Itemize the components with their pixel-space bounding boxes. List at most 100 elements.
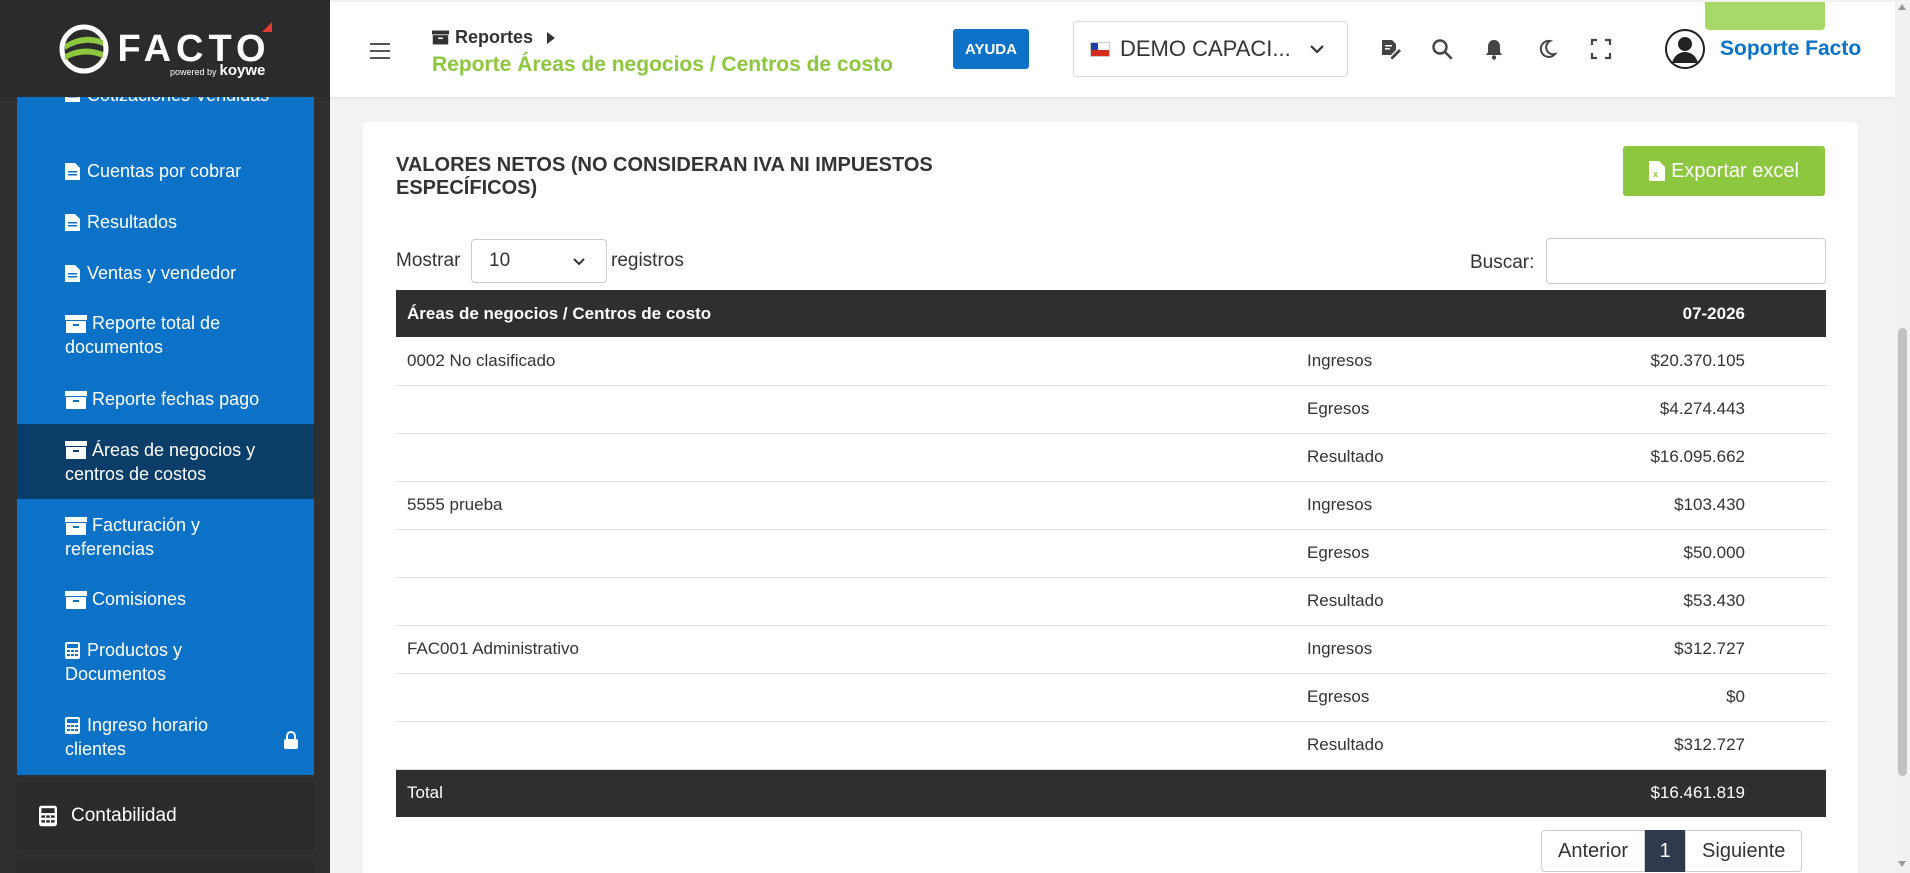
sidebar-item-areas-de-negocios[interactable]: Áreas de negocios y centros de costos bbox=[17, 424, 314, 499]
cell-area bbox=[396, 721, 1296, 770]
document-icon bbox=[65, 214, 80, 231]
company-selector[interactable]: DEMO CAPACI... bbox=[1073, 21, 1348, 77]
breadcrumb: Reportes bbox=[432, 27, 561, 48]
cell-amount: $50.000 bbox=[1556, 529, 1826, 578]
lock-icon bbox=[284, 731, 298, 749]
cell-area bbox=[396, 385, 1296, 434]
company-name: DEMO CAPACI... bbox=[1120, 36, 1291, 61]
chevron-down-icon bbox=[1310, 45, 1324, 54]
export-excel-button[interactable]: x Exportar excel bbox=[1623, 146, 1825, 196]
menu-icon[interactable] bbox=[370, 42, 390, 60]
sidebar-item-cotizaciones-vendidas[interactable]: Cotizaciones Vendidas bbox=[17, 97, 314, 141]
column-header-period[interactable]: 07-2026 bbox=[1556, 290, 1826, 337]
cell-amount: $312.727 bbox=[1556, 721, 1826, 770]
report-title: VALORES NETOS (NO CONSIDERAN IVA NI IMPU… bbox=[396, 154, 933, 199]
column-header-type[interactable] bbox=[1296, 290, 1556, 337]
document-icon bbox=[65, 97, 80, 102]
search-input[interactable] bbox=[1546, 238, 1826, 284]
sidebar-item-reporte-total-documentos[interactable]: Reporte total de documentos bbox=[17, 311, 314, 359]
fullscreen-icon[interactable] bbox=[1590, 38, 1612, 60]
user-name[interactable]: Soporte Facto bbox=[1720, 37, 1861, 61]
length-prefix: Mostrar bbox=[396, 250, 461, 271]
total-value: $16.461.819 bbox=[1556, 769, 1826, 817]
sidebar-item-resultados[interactable]: Resultados bbox=[17, 210, 314, 234]
cell-type: Resultado bbox=[1296, 721, 1556, 770]
cell-amount: $312.727 bbox=[1556, 625, 1826, 674]
cell-amount: $0 bbox=[1556, 673, 1826, 722]
scroll-thumb[interactable] bbox=[1898, 328, 1907, 776]
facto-swoosh-icon bbox=[59, 24, 109, 73]
page-scrollbar[interactable] bbox=[1895, 0, 1910, 873]
sidebar-item-comisiones[interactable]: Comisiones bbox=[17, 587, 314, 611]
archive-icon bbox=[65, 315, 87, 333]
user-icon bbox=[1665, 29, 1705, 69]
total-label: Total bbox=[396, 769, 1296, 817]
user-avatar[interactable] bbox=[1665, 29, 1705, 69]
search-icon[interactable] bbox=[1431, 38, 1453, 60]
sidebar-item-ventas-y-vendedor[interactable]: Ventas y vendedor bbox=[17, 261, 314, 285]
table-row: Egresos $4.274.443 bbox=[396, 385, 1826, 434]
chile-flag-icon bbox=[1090, 41, 1110, 57]
sidebar-item-cuentas-por-cobrar[interactable]: Cuentas por cobrar bbox=[17, 159, 314, 183]
table-row: Resultado $16.095.662 bbox=[396, 433, 1826, 482]
calculator-icon bbox=[39, 805, 57, 827]
table-row: Egresos $0 bbox=[396, 673, 1826, 722]
top-header: Reportes Reporte Áreas de negocios / Cen… bbox=[330, 2, 1895, 97]
scroll-up-arrow-icon[interactable] bbox=[1898, 4, 1906, 10]
bell-icon[interactable] bbox=[1483, 38, 1505, 60]
report-card: VALORES NETOS (NO CONSIDERAN IVA NI IMPU… bbox=[363, 122, 1858, 873]
table-row: Resultado $312.727 bbox=[396, 721, 1826, 770]
reports-submenu: Cotizaciones Vendidas Cuentas por cobrar… bbox=[17, 97, 314, 775]
cell-amount: $4.274.443 bbox=[1556, 385, 1826, 434]
table-row: FAC001 Administrativo Ingresos $312.727 bbox=[396, 625, 1826, 674]
facto-logo[interactable]: FACTO powered by koywe bbox=[0, 0, 330, 97]
sidebar-item-productos-y-documentos[interactable]: Productos y Documentos bbox=[17, 638, 314, 686]
pagination-next-button[interactable]: Siguiente bbox=[1685, 830, 1803, 872]
archive-icon bbox=[65, 517, 87, 535]
sidebar-next-section[interactable] bbox=[17, 860, 314, 873]
cell-type: Resultado bbox=[1296, 577, 1556, 626]
length-suffix: registros bbox=[611, 250, 684, 271]
archive-icon bbox=[65, 441, 87, 459]
column-header-area[interactable]: Áreas de negocios / Centros de costo bbox=[396, 290, 1296, 337]
document-icon bbox=[65, 265, 80, 282]
calculator-icon bbox=[65, 717, 80, 734]
page-length-select[interactable]: 10 bbox=[471, 239, 607, 283]
sidebar-item-facturacion-y-referencias[interactable]: Facturación y referencias bbox=[17, 513, 314, 561]
pagination-previous-button[interactable]: Anterior bbox=[1541, 830, 1646, 872]
scroll-down-arrow-icon[interactable] bbox=[1898, 861, 1906, 867]
powered-by: powered by koywe bbox=[170, 62, 266, 79]
table-row: 0002 No clasificado Ingresos $20.370.105 bbox=[396, 337, 1826, 386]
sidebar-item-reporte-fechas-pago[interactable]: Reporte fechas pago bbox=[17, 387, 314, 411]
breadcrumb-reportes[interactable]: Reportes bbox=[455, 27, 533, 48]
green-button-stub[interactable] bbox=[1705, 2, 1825, 30]
cell-area bbox=[396, 529, 1296, 578]
table-total-row: Total $16.461.819 bbox=[396, 769, 1826, 817]
help-button[interactable]: AYUDA bbox=[953, 29, 1029, 69]
cell-amount: $103.430 bbox=[1556, 481, 1826, 530]
cell-type: Ingresos bbox=[1296, 625, 1556, 674]
chevron-down-icon bbox=[573, 258, 585, 266]
moon-icon[interactable] bbox=[1536, 38, 1558, 60]
cell-type: Egresos bbox=[1296, 529, 1556, 578]
table-header-row: Áreas de negocios / Centros de costo 07-… bbox=[396, 290, 1826, 337]
excel-file-icon: x bbox=[1649, 161, 1666, 181]
cell-area bbox=[396, 433, 1296, 482]
sidebar-item-ingreso-horario-clientes[interactable]: Ingreso horario clientes bbox=[17, 713, 314, 761]
cell-type: Egresos bbox=[1296, 673, 1556, 722]
pagination-page-1[interactable]: 1 bbox=[1645, 830, 1686, 872]
cell-area: 5555 prueba bbox=[396, 481, 1296, 530]
table-row: Egresos $50.000 bbox=[396, 529, 1826, 578]
sidebar-item-contabilidad[interactable]: Contabilidad bbox=[17, 782, 314, 850]
cell-amount: $16.095.662 bbox=[1556, 433, 1826, 482]
document-icon bbox=[65, 163, 80, 180]
logo-accent-icon bbox=[262, 22, 272, 32]
cell-amount: $53.430 bbox=[1556, 577, 1826, 626]
cell-area: 0002 No clasificado bbox=[396, 337, 1296, 386]
calculator-icon bbox=[65, 642, 80, 659]
cell-type: Ingresos bbox=[1296, 337, 1556, 386]
cost-center-table: Áreas de negocios / Centros de costo 07-… bbox=[396, 290, 1826, 817]
edit-document-icon[interactable] bbox=[1379, 38, 1401, 60]
archive-icon bbox=[65, 591, 87, 609]
cell-area bbox=[396, 673, 1296, 722]
